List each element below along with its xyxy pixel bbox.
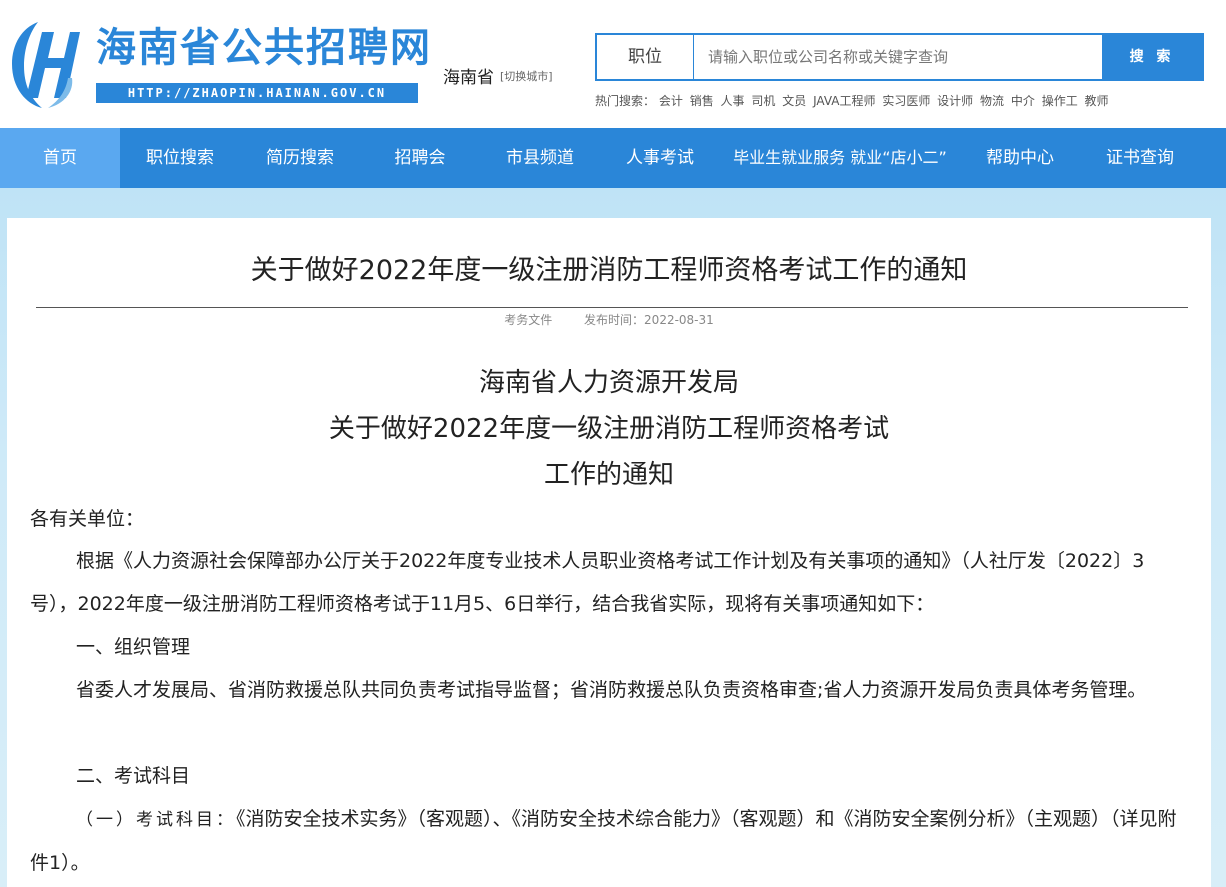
nav-certificate-query[interactable]: 证书查询 <box>1080 128 1200 188</box>
nav-home[interactable]: 首页 <box>0 128 120 188</box>
hot-keyword[interactable]: 操作工 <box>1042 94 1078 108</box>
article-card: 关于做好2022年度一级注册消防工程师资格考试工作的通知 考务文件 发布时间：2… <box>7 218 1211 887</box>
section-heading: 一、组织管理 <box>76 636 191 658</box>
paragraph: （一）考试科目：《消防安全技术实务》（客观题）、《消防安全技术综合能力》（客观题… <box>30 798 1190 885</box>
hot-keyword[interactable]: JAVA工程师 <box>813 94 875 108</box>
hot-search-label: 热门搜索： <box>595 94 656 108</box>
nav-city-channel[interactable]: 市县频道 <box>480 128 600 188</box>
site-url: HTTP://ZHAOPIN.HAINAN.GOV.CN <box>96 83 418 103</box>
hot-keyword[interactable]: 会计 <box>659 94 683 108</box>
salutation: 各有关单位： <box>30 508 145 530</box>
subsection-label: （一）考试科目： <box>76 810 236 830</box>
doc-heading-line: 工作的通知 <box>543 460 674 490</box>
hot-keyword[interactable]: 文员 <box>782 94 806 108</box>
article-title: 关于做好2022年度一级注册消防工程师资格考试工作的通知 <box>250 255 968 286</box>
search-button[interactable]: 搜 索 <box>1102 35 1202 79</box>
site-logo-icon[interactable] <box>8 18 80 110</box>
article-date: 发布时间：2022-08-31 <box>584 313 714 327</box>
hot-keyword[interactable]: 销售 <box>690 94 714 108</box>
nav-help-center[interactable]: 帮助中心 <box>960 128 1080 188</box>
nav-graduate-services[interactable]: 毕业生就业服务 就业“店小二” <box>720 128 960 188</box>
switch-city-link[interactable]: [切换城市] <box>500 68 553 84</box>
hot-keyword[interactable]: 教师 <box>1085 94 1109 108</box>
nav-resume-search[interactable]: 简历搜索 <box>240 128 360 188</box>
search-category-select[interactable]: 职位 <box>597 35 694 79</box>
hot-keyword[interactable]: 物流 <box>980 94 1004 108</box>
doc-heading-line: 关于做好2022年度一级注册消防工程师资格考试 <box>328 414 890 444</box>
site-header: 海南省公共招聘网 HTTP://ZHAOPIN.HAINAN.GOV.CN 海南… <box>0 0 1226 128</box>
hot-keyword[interactable]: 实习医师 <box>882 94 930 108</box>
hot-keyword[interactable]: 司机 <box>751 94 775 108</box>
hot-keyword[interactable]: 中介 <box>1011 94 1035 108</box>
site-name[interactable]: 海南省公共招聘网 <box>96 26 432 70</box>
nav-job-search[interactable]: 职位搜索 <box>120 128 240 188</box>
search-box: 职位 搜 索 <box>595 33 1204 81</box>
article-category[interactable]: 考务文件 <box>504 313 552 327</box>
hot-keyword[interactable]: 设计师 <box>937 94 973 108</box>
paragraph: 省委人才发展局、省消防救援总队共同负责考试指导监督；省消防救援总队负责资格审查;… <box>76 679 1147 701</box>
search-input[interactable] <box>694 35 1102 79</box>
paragraph: 根据《人力资源社会保障部办公厅关于2022年度专业技术人员职业资格考试工作计划及… <box>30 550 1145 615</box>
current-city: 海南省 <box>443 68 494 88</box>
doc-heading-line: 海南省人力资源开发局 <box>478 368 739 398</box>
article-meta: 考务文件 发布时间：2022-08-31 <box>7 311 1211 328</box>
nav-personnel-exam[interactable]: 人事考试 <box>600 128 720 188</box>
main-nav: 首页 职位搜索 简历搜索 招聘会 市县频道 人事考试 毕业生就业服务 就业“店小… <box>0 128 1226 188</box>
nav-job-fair[interactable]: 招聘会 <box>360 128 480 188</box>
section-heading: 二、考试科目 <box>76 765 191 787</box>
hot-search: 热门搜索： 会计 销售 人事 司机 文员 JAVA工程师 实习医师 设计师 物流… <box>595 92 1112 109</box>
hot-keyword[interactable]: 人事 <box>721 94 745 108</box>
title-divider <box>36 307 1188 308</box>
